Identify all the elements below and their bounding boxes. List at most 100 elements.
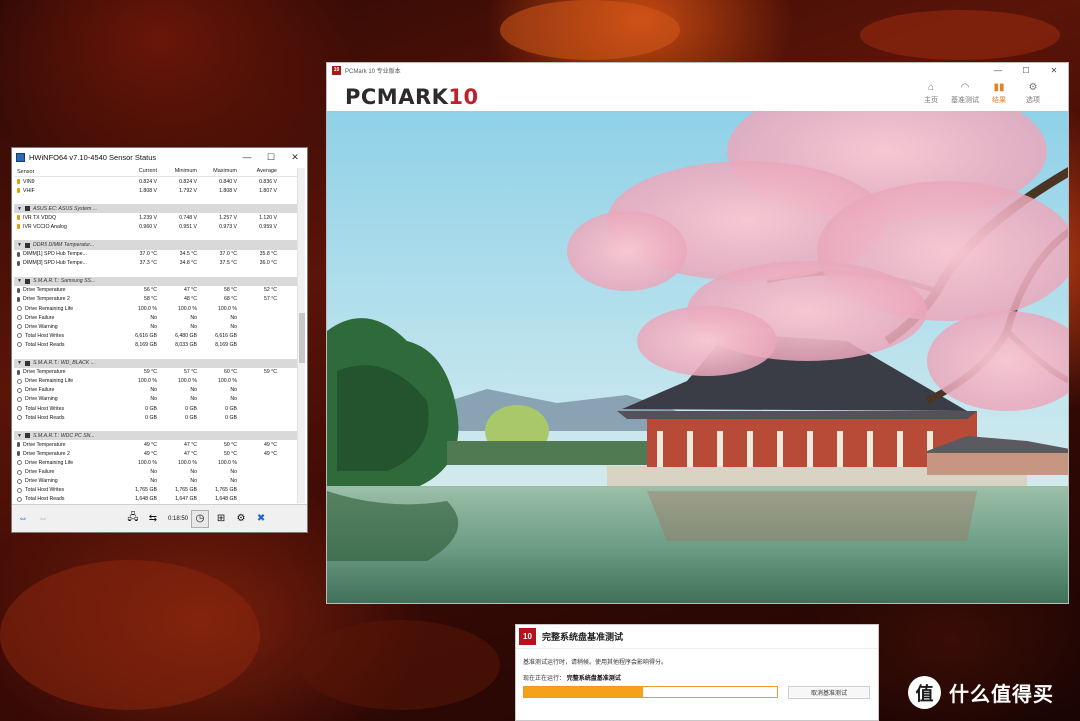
sensor-minimum-value: 57 °C: [183, 369, 197, 376]
pcmark-header: PCMARK10 ⌂ 主页 ◠ 基准测试 ▮▮ 结果 ⚙ 选项: [327, 77, 1068, 111]
sensor-row[interactable]: Drive Temperature 2 49 °C 47 °C 50 °C 49 °C: [14, 449, 297, 458]
chevron-down-icon[interactable]: ▼: [17, 278, 22, 284]
col-sensor[interactable]: Sensor: [14, 168, 119, 176]
close-icon[interactable]: ✕: [1040, 66, 1068, 75]
sensor-row[interactable]: Drive Failure No No No: [14, 468, 297, 477]
pcmark-window[interactable]: 10 PCMark 10 专业版本 — ☐ ✕ PCMARK10 ⌂ 主页 ◠ 基准测…: [326, 62, 1069, 604]
sensor-row[interactable]: Drive Failure No No No: [14, 386, 297, 395]
transfer-icon[interactable]: ⇆: [145, 511, 161, 527]
close-sensors-icon[interactable]: ✖: [253, 511, 269, 527]
running-label: 现在正在运行：: [523, 676, 566, 682]
sensor-name: DIMM[1] SPD Hub Tempe...: [23, 251, 87, 258]
sensor-row[interactable]: Total Host Writes 1,765 GB 1,765 GB 1,765 G…: [14, 486, 297, 495]
sensor-group-row[interactable]: ▼ ASUS EC: ASUS System ...: [14, 204, 297, 214]
sensor-row[interactable]: Drive Remaining Life 100.0 % 100.0 % 100.0 …: [14, 304, 297, 313]
minimize-icon[interactable]: —: [984, 66, 1012, 75]
sensor-row[interactable]: VIN9 0.824 V 0.824 V 0.840 V 0.836 V: [14, 177, 297, 186]
col-minimum[interactable]: Minimum: [159, 168, 199, 176]
minimize-icon[interactable]: —: [235, 148, 259, 166]
info-icon: [17, 333, 22, 339]
maximize-icon[interactable]: ☐: [1012, 66, 1040, 75]
sensor-row[interactable]: Drive Failure No No No: [14, 313, 297, 322]
chevron-down-icon[interactable]: ▼: [17, 360, 22, 366]
clock-icon[interactable]: ◷: [191, 509, 210, 528]
sensor-row[interactable]: Drive Temperature 56 °C 47 °C 58 °C 52 °C: [14, 286, 297, 295]
sensor-row[interactable]: Drive Temperature 2 58 °C 48 °C 68 °C 57 °C: [14, 295, 297, 304]
hwinfo-titlebar[interactable]: HWiNFO64 v7.10-4540 Sensor Status — ☐ ✕: [12, 148, 307, 166]
sensor-group-row[interactable]: ▼ DDR5 DIMM Temperatur...: [14, 240, 297, 250]
network-icon[interactable]: 🖧: [125, 511, 141, 527]
sensor-minimum-value: No: [190, 314, 197, 321]
nav-item-home[interactable]: ⌂ 主页: [914, 81, 948, 105]
pcmark-app-icon: 10: [332, 65, 341, 75]
sensor-row[interactable]: Total Host Reads 8,169 GB 8,033 GB 8,169 GB: [14, 340, 297, 349]
pcmark-logo-icon: 10: [519, 628, 536, 645]
sensor-group-row[interactable]: ▼ S.M.A.R.T.: WDC PC SN...: [14, 431, 297, 441]
sensor-row[interactable]: Total Host Reads 1,648 GB 1,647 GB 1,648 GB: [14, 495, 297, 503]
sensor-maximum-value: No: [230, 469, 237, 476]
sensor-current-value: 37.3 °C: [139, 260, 157, 267]
sensor-table[interactable]: Sensor Current Minimum Maximum Average V…: [14, 168, 297, 503]
sensor-maximum-value: 1.257 V: [219, 214, 237, 221]
col-maximum[interactable]: Maximum: [199, 168, 239, 176]
sensor-row[interactable]: Drive Warning No No No: [14, 322, 297, 331]
sensor-current-value: 0 GB: [145, 414, 157, 421]
cancel-benchmark-button[interactable]: 取消基准测试: [788, 686, 870, 699]
info-icon: [17, 460, 22, 466]
sensor-row[interactable]: Total Host Writes 6,616 GB 6,480 GB 6,616 G…: [14, 331, 297, 340]
sensor-maximum-value: 100.0 %: [217, 459, 237, 466]
sensor-row[interactable]: Total Host Writes 0 GB 0 GB 0 GB: [14, 404, 297, 413]
sensor-row[interactable]: Drive Remaining Life 100.0 % 100.0 % 100.0 …: [14, 458, 297, 467]
chevron-down-icon[interactable]: ▼: [17, 433, 22, 439]
sensor-name: IVR VCCIO Analog: [23, 223, 67, 230]
maximize-icon[interactable]: ☐: [259, 148, 283, 166]
chevron-down-icon[interactable]: ▼: [17, 242, 22, 248]
sensor-row[interactable]: Drive Warning No No No: [14, 395, 297, 404]
sensor-row[interactable]: Drive Temperature 49 °C 47 °C 50 °C 49 °C: [14, 440, 297, 449]
nav-item-gauge[interactable]: ◠ 基准测试: [948, 81, 982, 105]
chevron-down-icon[interactable]: ▼: [17, 206, 22, 212]
sensor-group-row[interactable]: ▼ S.M.A.R.T.: Samsung SS...: [14, 276, 297, 286]
arrows-collapse-icon[interactable]: ⇔: [35, 511, 51, 527]
sensor-name: Drive Temperature: [23, 441, 66, 448]
sensor-scrollbar[interactable]: [297, 168, 305, 503]
sensor-row[interactable]: Total Host Reads 0 GB 0 GB 0 GB: [14, 413, 297, 422]
sensor-row[interactable]: DIMM[1] SPD Hub Tempe... 37.0 °C 34.5 °C 37…: [14, 250, 297, 259]
nav-item-gear[interactable]: ⚙ 选项: [1016, 81, 1050, 105]
nav-item-bar-chart[interactable]: ▮▮ 结果: [982, 81, 1016, 105]
sensor-current-value: 58 °C: [143, 296, 157, 303]
sensor-row[interactable]: DIMM[3] SPD Hub Tempe... 37.3 °C 34.8 °C 37…: [14, 259, 297, 268]
sensor-row[interactable]: Drive Warning No No No: [14, 477, 297, 486]
col-current[interactable]: Current: [119, 168, 159, 176]
sensor-minimum-value: No: [190, 387, 197, 394]
settings-icon[interactable]: ⚙: [233, 511, 249, 527]
sensor-minimum-value: 100.0 %: [177, 378, 197, 385]
sensor-minimum-value: 47 °C: [183, 441, 197, 448]
progress-fill: [524, 687, 643, 697]
sensor-maximum-value: No: [230, 396, 237, 403]
sensor-row[interactable]: IVR TX VDDQ 1.239 V 0.748 V 1.257 V 1.120 V: [14, 213, 297, 222]
pcmark-titlebar[interactable]: 10 PCMark 10 专业版本 — ☐ ✕: [327, 63, 1068, 77]
report-add-icon[interactable]: ⊞: [213, 511, 229, 527]
sensor-minimum-value: No: [190, 323, 197, 330]
nav-label: 结果: [992, 97, 1006, 104]
sensor-name: Drive Warning: [25, 478, 58, 485]
sensor-rows: VIN9 0.824 V 0.824 V 0.840 V 0.836 V VHIF 1.80…: [14, 177, 297, 503]
col-average[interactable]: Average: [239, 168, 279, 176]
sensor-maximum-value: 100.0 %: [217, 378, 237, 385]
sensor-group-row[interactable]: ▼ S.M.A.R.T.: WD_BLACK ...: [14, 358, 297, 368]
sensor-row[interactable]: Drive Remaining Life 100.0 % 100.0 % 100.0 …: [14, 377, 297, 386]
elapsed-timer: 0:18:50: [168, 515, 189, 522]
sensor-row[interactable]: Drive Temperature 59 °C 57 °C 60 °C 59 °C: [14, 368, 297, 377]
gear-icon: ⚙: [1028, 82, 1038, 93]
hwinfo-window[interactable]: HWiNFO64 v7.10-4540 Sensor Status — ☐ ✕ …: [11, 147, 308, 533]
sensor-row[interactable]: IVR VCCIO Analog 0.960 V 0.951 V 0.973 V 0.9…: [14, 222, 297, 231]
sensor-minimum-value: No: [190, 469, 197, 476]
arrows-expand-icon[interactable]: ⇔: [15, 511, 31, 527]
sensor-row[interactable]: VHIF 1.808 V 1.792 V 1.808 V 1.807 V: [14, 186, 297, 195]
sensor-average-value: 52 °C: [263, 287, 277, 294]
sensor-average-value: 49 °C: [263, 450, 277, 457]
scrollbar-thumb[interactable]: [299, 313, 305, 363]
close-icon[interactable]: ✕: [283, 148, 307, 166]
thermometer-icon: [17, 451, 20, 457]
